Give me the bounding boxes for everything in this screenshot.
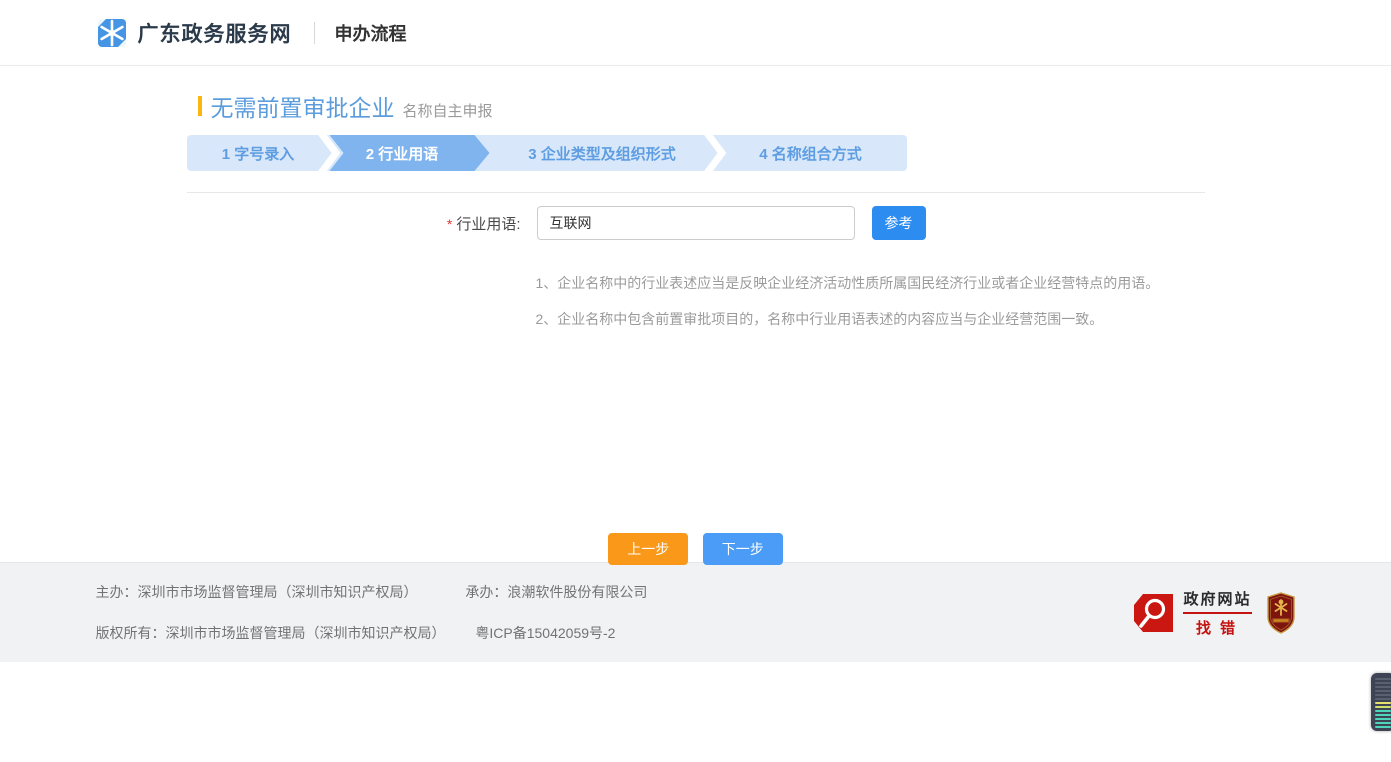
minimap-scrollbar[interactable] (1371, 673, 1391, 731)
note-line-1: 1、企业名称中的行业表述应当是反映企业经济活动性质所属国民经济行业或者企业经营特… (536, 273, 1205, 293)
industry-term-label: *行业用语: (187, 213, 521, 234)
form-notes: 1、企业名称中的行业表述应当是反映企业经济活动性质所属国民经济行业或者企业经营特… (536, 273, 1205, 329)
industry-term-form-row: *行业用语: 参考 (187, 206, 1205, 240)
step-tab-3[interactable]: 3 企业类型及组织形式 (490, 135, 715, 171)
footer-undertaker: 承办：浪潮软件股份有限公司 (465, 584, 647, 600)
site-name[interactable]: 广东政务服务网 (138, 18, 292, 48)
step-tab-2-active[interactable]: 2 行业用语 (330, 135, 490, 171)
page-title: 无需前置审批企业 (211, 89, 395, 123)
required-mark: * (447, 216, 452, 232)
footer-icp-number[interactable]: 粤ICP备15042059号-2 (475, 625, 615, 641)
industry-term-input[interactable] (537, 206, 855, 240)
page-footer: 主办：深圳市市场监督管理局（深圳市知识产权局） 承办：浪潮软件股份有限公司 版权… (0, 562, 1391, 662)
chevron-right-icon (704, 135, 726, 171)
title-accent-bar (198, 96, 202, 116)
pinwheel-logo-icon[interactable] (96, 17, 128, 49)
main-content: 无需前置审批企业 名称自主申报 1 字号录入 2 行业用语 3 企业类型及组织形… (0, 66, 1391, 562)
page-subtitle: 名称自主申报 (403, 100, 493, 121)
nav-title: 申办流程 (335, 20, 407, 46)
footer-text-block: 主办：深圳市市场监督管理局（深圳市知识产权局） 承办：浪潮软件股份有限公司 版权… (96, 582, 648, 643)
find-error-text-top: 政府网站 (1183, 588, 1251, 614)
previous-step-button[interactable]: 上一步 (608, 533, 688, 565)
magnifier-icon (1133, 591, 1175, 635)
note-line-2: 2、企业名称中包含前置审批项目的，名称中行业用语表述的内容应当与企业经营范围一致… (536, 309, 1205, 329)
chevron-right-icon (318, 135, 340, 171)
step-progress-bar: 1 字号录入 2 行业用语 3 企业类型及组织形式 4 名称组合方式 (187, 135, 907, 171)
header-divider (314, 22, 315, 44)
reference-button[interactable]: 参考 (872, 206, 926, 240)
find-error-badge[interactable]: 政府网站 找错 (1133, 588, 1251, 638)
wizard-buttons-row: 上一步 下一步 (187, 533, 1205, 565)
find-error-text-bottom: 找错 (1183, 617, 1251, 638)
page-title-row: 无需前置审批企业 名称自主申报 (187, 66, 1205, 123)
shield-badge-icon[interactable] (1266, 591, 1296, 635)
step-tab-1[interactable]: 1 字号录入 (187, 135, 330, 171)
footer-copyright: 版权所有：深圳市市场监督管理局（深圳市知识产权局） (96, 625, 446, 641)
step-tab-4[interactable]: 4 名称组合方式 (715, 135, 907, 171)
footer-organizer: 主办：深圳市市场监督管理局（深圳市知识产权局） (96, 584, 418, 600)
next-step-button[interactable]: 下一步 (703, 533, 783, 565)
footer-badges: 政府网站 找错 (1133, 588, 1295, 638)
section-divider (187, 192, 1205, 193)
top-header: 广东政务服务网 申办流程 (0, 0, 1391, 66)
